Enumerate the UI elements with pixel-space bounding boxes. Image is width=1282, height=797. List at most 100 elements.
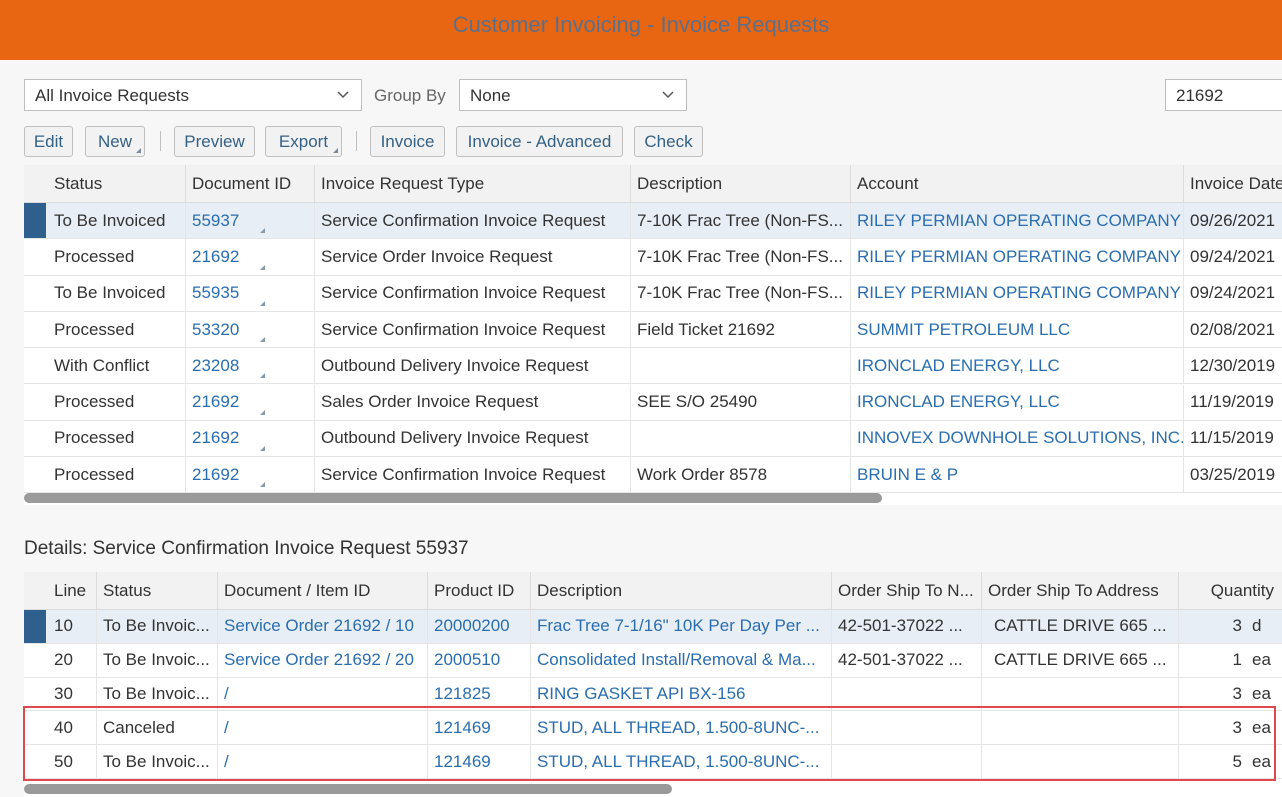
cell-product-id[interactable]: 121469 (427, 745, 530, 778)
cell-product-id[interactable]: 121825 (427, 677, 530, 711)
cell-account[interactable]: SUMMIT PETROLEUM LLC (850, 311, 1183, 348)
cell-status: To Be Invoic... (96, 610, 217, 643)
column-header-account[interactable]: Account (850, 165, 1183, 203)
column-header-product-id[interactable]: Product ID (427, 572, 530, 610)
details-row[interactable]: 10 To Be Invoic... Service Order 21692 / 1… (24, 610, 1282, 644)
chevron-down-icon (662, 91, 674, 99)
cell-item-id[interactable]: / (217, 745, 427, 778)
table-row[interactable]: Processed 21692 Service Order Invoice Requ… (24, 239, 1282, 276)
action-menu-icon[interactable] (260, 373, 265, 379)
cell-account[interactable]: RILEY PERMIAN OPERATING COMPANY (850, 203, 1183, 239)
cell-description[interactable]: Consolidated Install/Removal & Ma... (530, 643, 831, 677)
cell-item-id[interactable]: / (217, 711, 427, 745)
cell-item-id[interactable]: / (217, 677, 427, 711)
cell-product-id[interactable]: 121469 (427, 711, 530, 745)
action-menu-icon[interactable] (260, 337, 265, 343)
table-row[interactable]: With Conflict 23208 Outbound Delivery Invo… (24, 348, 1282, 385)
cell-account[interactable]: IRONCLAD ENERGY, LLC (850, 384, 1183, 420)
cell-quantity: 3 (1178, 677, 1250, 711)
cell-document-id[interactable]: 23208 (185, 348, 314, 384)
cell-description[interactable]: Frac Tree 7-1/16" 10K Per Day Per ... (530, 610, 831, 643)
column-header-invoice-date[interactable]: Invoice Date (1183, 165, 1282, 203)
edit-button[interactable]: Edit (24, 126, 73, 157)
details-row[interactable]: 20 To Be Invoic... Service Order 21692 / 2… (24, 643, 1282, 678)
search-input[interactable]: 21692 (1165, 79, 1282, 111)
cell-document-id[interactable]: 21692 (185, 420, 314, 457)
action-menu-icon[interactable] (260, 409, 265, 415)
cell-description: 7-10K Frac Tree (Non-FS... (630, 239, 850, 275)
cell-date: 11/15/2019 (1183, 420, 1282, 457)
cell-ship-to-address: CATTLE DRIVE 665 ... (981, 643, 1178, 677)
action-menu-icon[interactable] (260, 300, 265, 306)
cell-account[interactable]: IRONCLAD ENERGY, LLC (850, 348, 1183, 384)
cell-date: 11/19/2019 (1183, 384, 1282, 420)
horizontal-scrollbar[interactable] (24, 493, 882, 503)
table-row[interactable]: Processed 21692 Outbound Delivery Invoice … (24, 420, 1282, 458)
shell-header: Customer Invoicing - Invoice Requests (0, 0, 1282, 60)
details-row[interactable]: 50 To Be Invoic.../121469 STUD, ALL THREAD… (24, 745, 1282, 779)
cell-status: Processed (54, 246, 135, 266)
details-row[interactable]: 40 Canceled/121469 STUD, ALL THREAD, 1.500… (24, 711, 1282, 746)
column-header-type[interactable]: Invoice Request Type (314, 165, 630, 203)
menu-indicator-icon (136, 148, 141, 153)
cell-description[interactable]: STUD, ALL THREAD, 1.500-8UNC-... (530, 711, 831, 745)
table-row[interactable]: Processed 53320 Service Confirmation Invoi… (24, 311, 1282, 349)
cell-type: Service Confirmation Invoice Request (314, 311, 630, 348)
column-header-description[interactable]: Description (530, 572, 831, 610)
cell-account[interactable]: BRUIN E & P (850, 457, 1183, 493)
cell-product-id[interactable]: 20000200 (427, 610, 530, 643)
cell-document-id[interactable]: 21692 (185, 239, 314, 275)
table-row[interactable]: Processed 21692 Service Confirmation Invoi… (24, 457, 1282, 494)
horizontal-scrollbar[interactable] (24, 784, 672, 794)
new-button[interactable]: New (85, 126, 145, 157)
group-by-label: Group By (374, 86, 446, 105)
cell-unit: ea (1252, 717, 1271, 737)
column-header-status[interactable]: Status (96, 572, 217, 610)
cell-type: Outbound Delivery Invoice Request (314, 348, 630, 384)
column-header-document-id[interactable]: Document ID (185, 165, 314, 203)
cell-date: 09/24/2021 (1183, 275, 1282, 311)
preview-button[interactable]: Preview (174, 126, 255, 157)
cell-status: To Be Invoic... (96, 745, 217, 778)
cell-item-id[interactable]: Service Order 21692 / 20 (217, 643, 427, 677)
cell-document-id[interactable]: 21692 (185, 384, 314, 420)
cell-date: 09/26/2021 (1183, 203, 1282, 239)
cell-type: Service Order Invoice Request (314, 239, 630, 275)
cell-description[interactable]: STUD, ALL THREAD, 1.500-8UNC-... (530, 745, 831, 778)
action-menu-icon[interactable] (260, 482, 265, 488)
cell-date: 09/24/2021 (1183, 239, 1282, 275)
column-header-quantity[interactable]: Quantity (1178, 572, 1282, 610)
invoice-advanced-button[interactable]: Invoice - Advanced (456, 126, 623, 157)
invoice-button[interactable]: Invoice (370, 126, 445, 157)
cell-document-id[interactable]: 55937 (185, 203, 314, 239)
cell-account[interactable]: INNOVEX DOWNHOLE SOLUTIONS, INC. (850, 420, 1183, 457)
cell-product-id[interactable]: 2000510 (427, 643, 530, 677)
cell-description: Work Order 8578 (630, 457, 850, 493)
table-row[interactable]: To Be Invoiced 55937 Service Confirmation … (24, 203, 1282, 240)
cell-document-id[interactable]: 55935 (185, 275, 314, 311)
column-header-line[interactable]: Line (48, 572, 96, 610)
column-header-item-id[interactable]: Document / Item ID (217, 572, 427, 610)
details-row[interactable]: 30 To Be Invoic.../121825 RING GASKET API … (24, 677, 1282, 712)
table-row[interactable]: Processed 21692 Sales Order Invoice Reques… (24, 384, 1282, 421)
row-selection-marker[interactable] (24, 203, 46, 239)
action-menu-icon[interactable] (260, 228, 265, 234)
cell-item-id[interactable]: Service Order 21692 / 10 (217, 610, 427, 643)
cell-description[interactable]: RING GASKET API BX-156 (530, 677, 831, 711)
column-header-ship-to-address[interactable]: Order Ship To Address (981, 572, 1178, 610)
column-header-status[interactable]: Status (48, 165, 185, 203)
cell-account[interactable]: RILEY PERMIAN OPERATING COMPANY (850, 275, 1183, 311)
action-menu-icon[interactable] (260, 264, 265, 270)
group-by-select[interactable]: None (459, 79, 687, 111)
column-header-description[interactable]: Description (630, 165, 850, 203)
row-selection-marker[interactable] (24, 610, 46, 643)
cell-document-id[interactable]: 53320 (185, 311, 314, 348)
check-button[interactable]: Check (634, 126, 703, 157)
table-row[interactable]: To Be Invoiced 55935 Service Confirmation … (24, 275, 1282, 312)
cell-document-id[interactable]: 21692 (185, 457, 314, 493)
cell-account[interactable]: RILEY PERMIAN OPERATING COMPANY (850, 239, 1183, 275)
export-button[interactable]: Export (265, 126, 342, 157)
view-select[interactable]: All Invoice Requests (24, 79, 362, 111)
action-menu-icon[interactable] (260, 446, 265, 452)
column-header-ship-to-name[interactable]: Order Ship To N... (831, 572, 981, 610)
